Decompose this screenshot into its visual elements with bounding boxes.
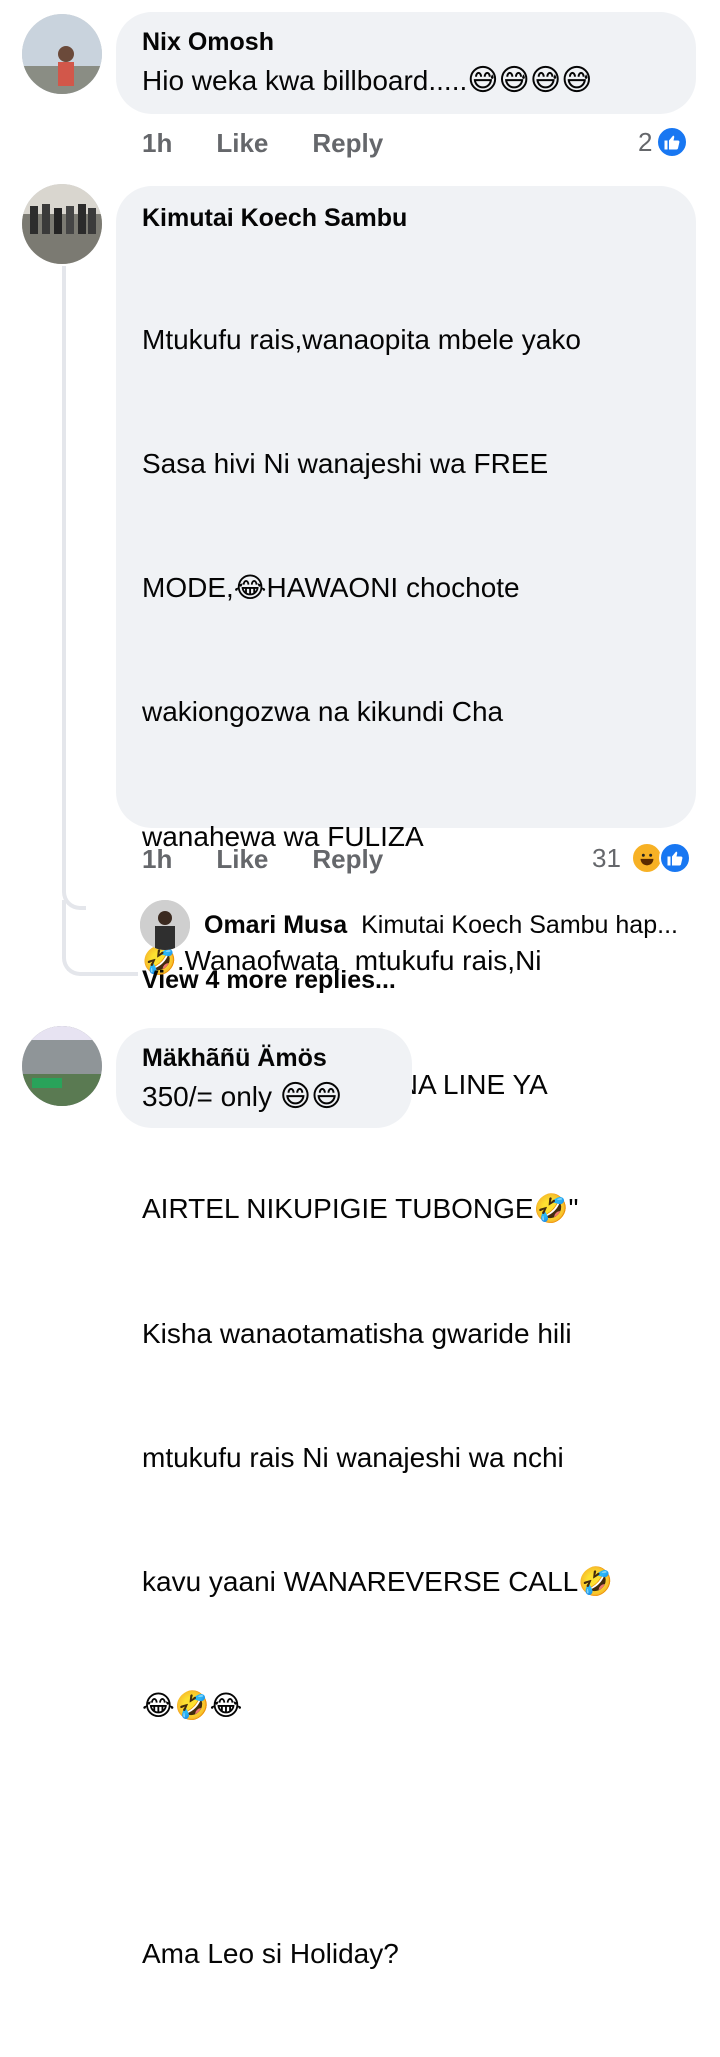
reaction-summary[interactable]: 31 xyxy=(592,842,691,874)
like-button[interactable]: Like xyxy=(216,844,268,875)
comment-line: MODE,😂HAWAONI chochote xyxy=(142,572,520,604)
reply-button[interactable]: Reply xyxy=(312,844,383,875)
reply-preview[interactable]: Omari Musa Kimutai Koech Sambu hap... xyxy=(140,900,678,950)
comment-bubble: Nix Omosh Hio weka kwa billboard.....😅😅😅… xyxy=(116,12,696,114)
grin-emoji: 😄😄 xyxy=(279,1079,343,1114)
comment-actions: 1h Like Reply xyxy=(142,128,383,159)
sweat-smile-emoji: 😅😅😅😅 xyxy=(467,63,593,98)
comment-line: 😂🤣😂 xyxy=(142,1690,243,1722)
avatar-makhanu-amos[interactable] xyxy=(22,1026,102,1106)
avatar-nix-omosh[interactable] xyxy=(22,14,102,94)
comment-line: kavu yaani WANAREVERSE CALL🤣 xyxy=(142,1566,614,1597)
comment-line: AIRTEL NIKUPIGIE TUBONGE🤣" xyxy=(142,1193,579,1225)
like-button[interactable]: Like xyxy=(216,128,268,159)
comment-line: wakiongozwa na kikundi Cha xyxy=(142,696,504,728)
avatar-kimutai-koech-sambu[interactable] xyxy=(22,184,102,264)
comment-author[interactable]: Nix Omosh xyxy=(142,26,670,58)
reaction-summary[interactable]: 2 xyxy=(638,126,689,158)
comment-author[interactable]: Kimutai Koech Sambu xyxy=(142,202,670,234)
comment-body: Hio weka kwa billboard..... xyxy=(142,65,468,96)
comment-line: Ama Leo si Holiday? xyxy=(142,1938,399,1970)
avatar-photo xyxy=(22,14,102,94)
comment-actions: 1h Like Reply xyxy=(142,844,383,875)
reply-text: Kimutai Koech Sambu hap... xyxy=(361,910,678,939)
comment-text: Mtukufu rais,wanaopita mbele yako Sasa h… xyxy=(142,236,670,2057)
avatar-photo xyxy=(22,184,102,264)
comment-line: Kisha wanaotamatisha gwaride hili xyxy=(142,1317,572,1349)
comment-line: Mtukufu rais,wanaopita mbele yako xyxy=(142,323,581,355)
reaction-count: 31 xyxy=(592,842,621,873)
timestamp[interactable]: 1h xyxy=(142,128,172,159)
like-icon xyxy=(656,126,689,158)
timestamp[interactable]: 1h xyxy=(142,844,172,875)
comment-text: 350/= only 😄😄 xyxy=(142,1076,386,1117)
thread-line xyxy=(62,900,138,976)
like-icon xyxy=(658,842,691,874)
comment-author[interactable]: Mäkhãñü Ämös xyxy=(142,1042,386,1074)
avatar-omari-musa[interactable] xyxy=(140,900,190,950)
comment-line: mtukufu rais Ni wanajeshi wa nchi xyxy=(142,1441,564,1473)
comment-line xyxy=(142,1809,670,1850)
reply-author[interactable]: Omari Musa xyxy=(204,911,347,940)
reaction-count: 2 xyxy=(638,126,653,157)
avatar-photo xyxy=(140,900,190,950)
comment-bubble: Mäkhãñü Ämös 350/= only 😄😄 xyxy=(116,1028,412,1128)
view-more-replies-link[interactable]: View 4 more replies... xyxy=(142,966,396,995)
comment-line: Sasa hivi Ni wanajeshi wa FREE xyxy=(142,448,549,480)
comment-bubble: Kimutai Koech Sambu Mtukufu rais,wanaopi… xyxy=(116,186,696,1969)
thread-line xyxy=(62,266,86,910)
avatar-photo xyxy=(22,1026,102,1106)
comment-body: 350/= only xyxy=(142,1081,280,1112)
reply-button[interactable]: Reply xyxy=(312,128,383,159)
comment-text: Hio weka kwa billboard.....😅😅😅😅 xyxy=(142,60,670,101)
